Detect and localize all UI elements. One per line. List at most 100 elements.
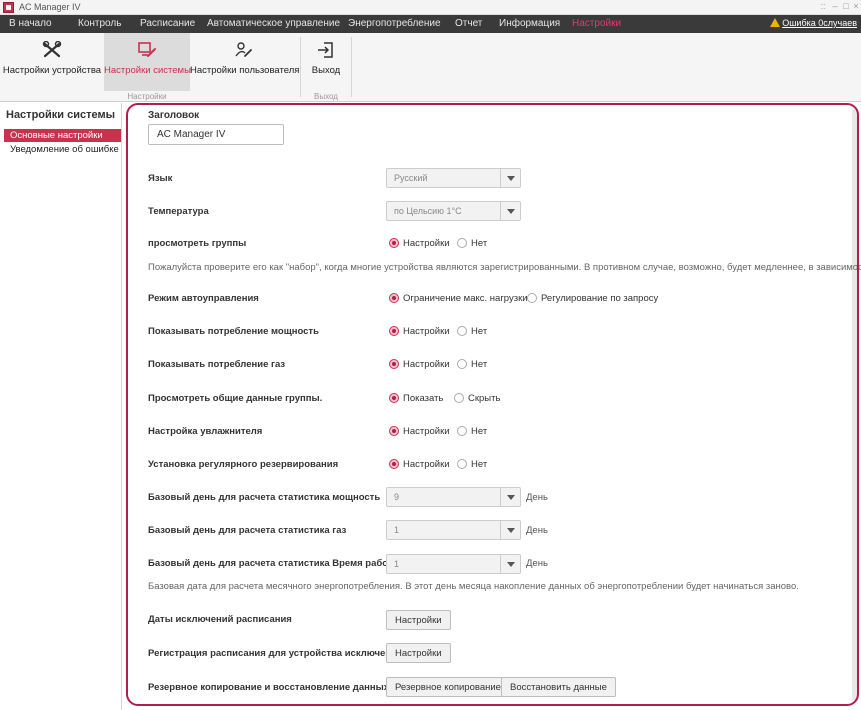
group-data-hide-radio[interactable]: Скрыть	[454, 393, 500, 404]
chevron-down-icon	[500, 521, 520, 539]
base-power-select[interactable]: 9	[386, 487, 521, 507]
system-settings-button[interactable]: Настройки системы	[104, 33, 191, 91]
device-settings-button[interactable]: Настройки устройства	[0, 33, 104, 91]
backup-button[interactable]: Резервное копирование	[386, 677, 510, 697]
ribbon-separator	[351, 37, 352, 97]
temperature-value: по Цельсию 1°C	[394, 206, 462, 216]
app-logo-icon	[3, 2, 14, 13]
reservation-on-label: Настройки	[403, 459, 450, 470]
error-alert[interactable]: Ошибка 0случаев	[770, 18, 857, 28]
language-select[interactable]: Русский	[386, 168, 521, 188]
humidifier-on-label: Настройки	[403, 426, 450, 437]
menu-schedule[interactable]: Расписание	[140, 18, 195, 29]
show-power-label: Показывать потребление мощность	[148, 326, 319, 337]
radio-unselected-icon	[527, 293, 537, 303]
show-power-off-radio[interactable]: Нет	[457, 326, 487, 337]
warning-icon	[770, 18, 781, 27]
menu-report[interactable]: Отчет	[455, 18, 482, 29]
base-gas-unit: День	[526, 525, 548, 536]
view-groups-on-label: Настройки	[403, 238, 450, 249]
auto-mode-max-load-radio[interactable]: Ограничение макс. нагрузки	[389, 293, 528, 304]
language-value: Русский	[394, 173, 428, 183]
sidebar-item-general[interactable]: Основные настройки	[4, 129, 121, 142]
base-runtime-note: Базовая дата для расчета месячного энерг…	[148, 581, 799, 592]
view-groups-on-radio[interactable]: Настройки	[389, 238, 450, 249]
view-groups-label: просмотреть группы	[148, 238, 247, 249]
user-settings-label: Настройки пользователя	[190, 65, 300, 76]
menu-energy[interactable]: Энергопотребление	[348, 18, 441, 29]
base-runtime-label: Базовый день для расчета статистика Врем…	[148, 558, 401, 569]
exclusion-dates-settings-button[interactable]: Настройки	[386, 610, 451, 630]
exit-button[interactable]: Выход	[303, 33, 349, 91]
base-gas-select[interactable]: 1	[386, 520, 521, 540]
reservation-off-label: Нет	[471, 459, 488, 470]
radio-unselected-icon	[457, 459, 467, 469]
base-runtime-value: 1	[394, 559, 400, 569]
radio-unselected-icon	[457, 326, 467, 336]
ribbon-separator	[300, 37, 301, 97]
menu-settings[interactable]: Настройки	[572, 18, 621, 29]
exit-icon	[318, 42, 333, 58]
sidebar: Настройки системы Основные настройки Уве…	[0, 103, 122, 710]
title-bar: AC Manager IV :: – □ ×	[0, 0, 861, 15]
sidebar-title: Настройки системы	[6, 109, 115, 121]
menu-control[interactable]: Контроль	[78, 18, 121, 29]
show-power-on-radio[interactable]: Настройки	[389, 326, 450, 337]
system-settings-label: Настройки системы	[104, 65, 191, 76]
auto-mode-label: Режим автоуправления	[148, 293, 259, 304]
header-label: Заголовок	[148, 110, 200, 121]
maximize-button[interactable]: □	[841, 1, 851, 11]
view-groups-note: Пожалуйста проверите его как "набор", ко…	[148, 262, 861, 273]
window-title: AC Manager IV	[19, 2, 81, 12]
show-gas-off-label: Нет	[471, 359, 488, 370]
humidifier-label: Настройка увлажнителя	[148, 426, 263, 437]
user-settings-icon	[235, 42, 252, 57]
radio-selected-icon	[389, 238, 399, 248]
show-gas-label: Показывать потребление газ	[148, 359, 286, 370]
group-label-exit: Выход	[314, 92, 338, 101]
group-data-show-radio[interactable]: Показать	[389, 393, 443, 404]
exit-label: Выход	[311, 65, 341, 76]
humidifier-on-radio[interactable]: Настройки	[389, 426, 450, 437]
show-power-off-label: Нет	[471, 326, 488, 337]
radio-selected-icon	[389, 326, 399, 336]
restore-button[interactable]: Восстановить данные	[501, 677, 616, 697]
temperature-label: Температура	[148, 206, 209, 217]
user-settings-button[interactable]: Настройки пользователя	[190, 33, 300, 91]
header-input[interactable]	[148, 124, 284, 145]
minimize-button[interactable]: –	[830, 1, 840, 11]
chevron-down-icon	[500, 555, 520, 573]
reservation-off-radio[interactable]: Нет	[457, 459, 487, 470]
exclusion-devices-settings-button[interactable]: Настройки	[386, 643, 451, 663]
exclusion-dates-label: Даты исключений расписания	[148, 614, 292, 625]
radio-selected-icon	[389, 426, 399, 436]
chevron-down-icon	[500, 169, 520, 187]
base-power-value: 9	[394, 492, 400, 502]
radio-selected-icon	[389, 359, 399, 369]
chevron-down-icon	[500, 202, 520, 220]
group-label-settings: Настройки	[127, 92, 167, 101]
reservation-on-radio[interactable]: Настройки	[389, 459, 450, 470]
base-gas-value: 1	[394, 525, 400, 535]
show-power-on-label: Настройки	[403, 326, 450, 337]
humidifier-off-radio[interactable]: Нет	[457, 426, 487, 437]
show-gas-off-radio[interactable]: Нет	[457, 359, 487, 370]
temperature-select[interactable]: по Цельсию 1°C	[386, 201, 521, 221]
menu-auto-control[interactable]: Автоматическое управление	[207, 18, 340, 29]
humidifier-off-label: Нет	[471, 426, 488, 437]
close-button[interactable]: ×	[851, 1, 861, 11]
base-runtime-select[interactable]: 1	[386, 554, 521, 574]
show-gas-on-label: Настройки	[403, 359, 450, 370]
auto-mode-demand-radio[interactable]: Регулирование по запросу	[527, 293, 658, 304]
group-data-label: Просмотреть общие данные группы.	[148, 393, 323, 404]
radio-unselected-icon	[454, 393, 464, 403]
view-groups-off-label: Нет	[471, 238, 488, 249]
show-gas-on-radio[interactable]: Настройки	[389, 359, 450, 370]
sidebar-item-error-notification[interactable]: Уведомление об ошибке	[4, 143, 121, 156]
vertical-scrollbar[interactable]	[852, 110, 858, 700]
view-groups-off-radio[interactable]: Нет	[457, 238, 487, 249]
restore-icon[interactable]: ::	[818, 1, 828, 11]
menu-home[interactable]: В начало	[9, 18, 52, 29]
base-power-unit: День	[526, 492, 548, 503]
menu-info[interactable]: Информация	[499, 18, 560, 29]
